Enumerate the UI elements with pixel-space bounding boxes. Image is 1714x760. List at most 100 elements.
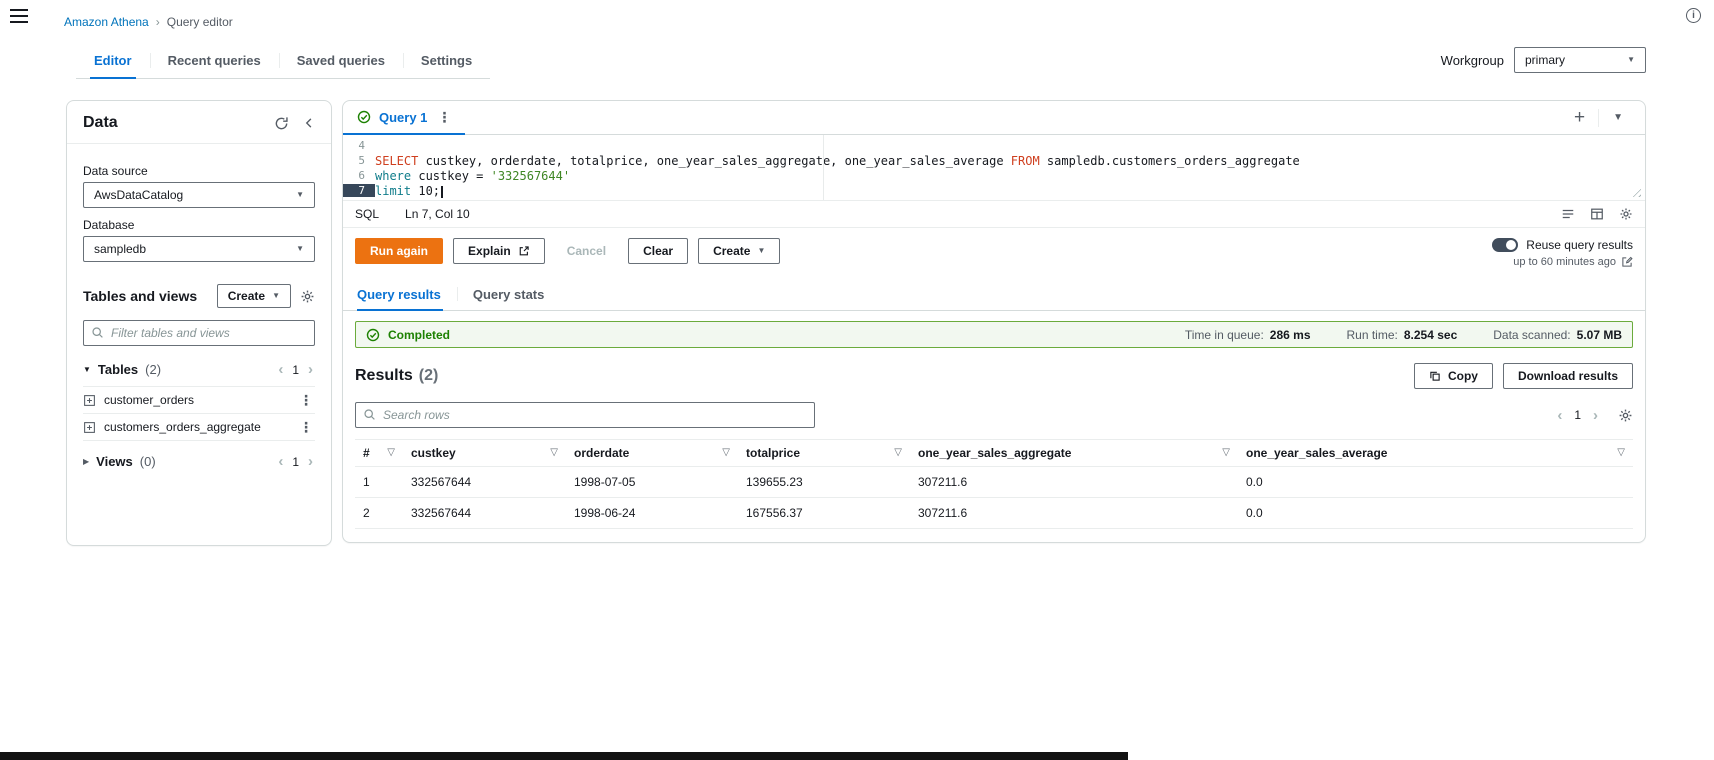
filter-tables-input[interactable] <box>83 320 315 346</box>
tables-page-number[interactable]: 1 <box>292 363 299 377</box>
workgroup-select[interactable]: primary ▼ <box>1514 47 1646 73</box>
query-tab-menu-icon[interactable]: ⋮ <box>435 110 453 124</box>
prev-page-icon[interactable]: ‹ <box>276 454 285 469</box>
line-number: 4 <box>358 139 365 152</box>
next-page-icon[interactable]: › <box>1591 408 1600 423</box>
create-button[interactable]: Create ▼ <box>216 284 291 308</box>
keyboard-shortcuts-icon[interactable] <box>1561 207 1575 221</box>
column-header-index[interactable]: # ▽ <box>355 439 403 467</box>
database-select[interactable]: sampledb ▼ <box>83 236 315 262</box>
tab-editor[interactable]: Editor <box>76 44 150 79</box>
filter-icon[interactable]: ▽ <box>722 448 730 458</box>
cell-orderdate: 1998-06-24 <box>566 497 738 529</box>
reuse-query-results-toggle[interactable] <box>1492 238 1519 252</box>
result-row-2[interactable]: 2 332567644 1998-06-24 167556.37 307211.… <box>355 497 1633 529</box>
caret-down-icon: ▼ <box>272 291 280 300</box>
data-source-value: AwsDataCatalog <box>94 188 184 202</box>
line-number-active: 7 <box>343 184 375 197</box>
copy-button-label: Copy <box>1447 369 1478 383</box>
column-header-one-year-sales-aggregate[interactable]: one_year_sales_aggregate ▽ <box>910 439 1238 467</box>
create-button-label: Create <box>227 289 266 303</box>
query-tab-1[interactable]: Query 1 ⋮ <box>343 101 466 135</box>
breadcrumb: Amazon Athena › Query editor <box>64 15 233 29</box>
create-dropdown-button[interactable]: Create ▼ <box>698 238 781 264</box>
tab-recent-queries[interactable]: Recent queries <box>149 44 279 78</box>
tab-saved-queries[interactable]: Saved queries <box>278 44 403 78</box>
caret-down-icon: ▼ <box>83 364 91 374</box>
filter-icon[interactable]: ▽ <box>894 448 902 458</box>
refresh-icon[interactable] <box>274 116 289 131</box>
explain-button[interactable]: Explain <box>453 238 545 264</box>
editor-settings-gear-icon[interactable] <box>1619 207 1633 221</box>
results-header: Results (2) Copy Download results <box>343 348 1645 389</box>
expand-table-icon[interactable] <box>83 394 96 407</box>
code-line-4: 4 <box>343 138 1645 153</box>
tab-settings[interactable]: Settings <box>402 44 490 78</box>
hamburger-menu-icon[interactable] <box>10 9 28 27</box>
editor-language: SQL <box>355 207 380 221</box>
search-rows-input[interactable] <box>355 402 815 428</box>
column-header-orderdate[interactable]: orderdate ▽ <box>566 439 738 467</box>
query-tab-bar: Query 1 ⋮ + ▼ <box>343 101 1645 135</box>
results-settings-gear-icon[interactable] <box>1618 408 1633 423</box>
copy-icon <box>1430 371 1440 381</box>
expand-table-icon[interactable] <box>83 421 96 434</box>
editor-status-bar: SQL Ln 7, Col 10 <box>343 201 1645 228</box>
column-header-one-year-sales-average[interactable]: one_year_sales_average ▽ <box>1238 439 1633 467</box>
tab-list-dropdown-icon[interactable]: ▼ <box>1599 112 1637 123</box>
filter-icon[interactable]: ▽ <box>387 448 395 458</box>
clear-button[interactable]: Clear <box>628 238 689 264</box>
results-page-number[interactable]: 1 <box>1574 408 1581 422</box>
bottom-bar <box>0 752 1128 760</box>
next-page-icon[interactable]: › <box>306 362 315 377</box>
table-item-customers-orders-aggregate[interactable]: customers_orders_aggregate ⋮ <box>83 414 315 441</box>
prev-page-icon[interactable]: ‹ <box>1555 408 1564 423</box>
collapse-panel-icon[interactable] <box>303 117 315 129</box>
tab-query-stats[interactable]: Query stats <box>456 278 561 310</box>
info-icon[interactable]: i <box>1686 8 1701 23</box>
table-item-customer-orders[interactable]: customer_orders ⋮ <box>83 387 315 414</box>
run-again-button[interactable]: Run again <box>355 238 444 264</box>
filter-tables-search <box>83 320 315 346</box>
code-line-7: 7 limit 10; <box>343 183 1645 198</box>
sql-code-editor[interactable]: 4 5 SELECT custkey, orderdate, totalpric… <box>343 135 1645 201</box>
filter-icon[interactable]: ▽ <box>1617 448 1625 458</box>
breadcrumb-link-amazon-athena[interactable]: Amazon Athena <box>64 15 149 29</box>
query-tab-label: Query 1 <box>379 109 428 125</box>
add-query-tab-icon[interactable]: + <box>1561 108 1598 127</box>
result-row-1[interactable]: 1 332567644 1998-07-05 139655.23 307211.… <box>355 466 1633 498</box>
results-count: (2) <box>418 367 439 384</box>
views-section-header[interactable]: ▶ Views (0) ‹ 1 › <box>83 454 315 478</box>
prev-page-icon[interactable]: ‹ <box>276 362 285 377</box>
tab-query-results[interactable]: Query results <box>355 278 457 311</box>
tables-settings-gear-icon[interactable] <box>300 289 315 304</box>
database-value: sampledb <box>94 242 147 256</box>
cancel-button[interactable]: Cancel <box>555 238 618 264</box>
filter-icon[interactable]: ▽ <box>1222 448 1230 458</box>
column-header-custkey[interactable]: custkey ▽ <box>403 439 566 467</box>
download-results-button[interactable]: Download results <box>1502 363 1633 389</box>
line-number: 6 <box>358 169 365 182</box>
print-margin <box>823 135 824 200</box>
query-actions-row: Run again Explain Cancel Clear Create ▼ … <box>343 228 1645 276</box>
reuse-duration-text: up to 60 minutes ago <box>1513 256 1616 268</box>
copy-button[interactable]: Copy <box>1413 363 1493 389</box>
search-icon <box>364 409 375 420</box>
next-page-icon[interactable]: › <box>306 454 315 469</box>
cell-orderdate: 1998-07-05 <box>566 466 738 498</box>
reuse-query-results-control: Reuse query results up to 60 minutes ago <box>1492 238 1633 268</box>
data-source-select[interactable]: AwsDataCatalog ▼ <box>83 182 315 208</box>
cell-totalprice: 167556.37 <box>738 497 910 529</box>
views-page-number[interactable]: 1 <box>292 455 299 469</box>
caret-down-icon: ▼ <box>757 246 766 255</box>
kebab-menu-icon[interactable]: ⋮ <box>297 393 315 407</box>
edit-reuse-duration-icon[interactable] <box>1621 256 1633 268</box>
editor-layout-icon[interactable] <box>1590 207 1604 221</box>
tables-section-header[interactable]: ▼ Tables (2) ‹ 1 › <box>83 362 315 387</box>
filter-icon[interactable]: ▽ <box>550 448 558 458</box>
kebab-menu-icon[interactable]: ⋮ <box>297 420 315 434</box>
cell-custkey: 332567644 <box>403 497 566 529</box>
query-editor-panel: Query 1 ⋮ + ▼ 4 5 SELECT custkey, orderd… <box>342 100 1646 543</box>
column-header-totalprice[interactable]: totalprice ▽ <box>738 439 910 467</box>
breadcrumb-separator: › <box>155 15 160 29</box>
